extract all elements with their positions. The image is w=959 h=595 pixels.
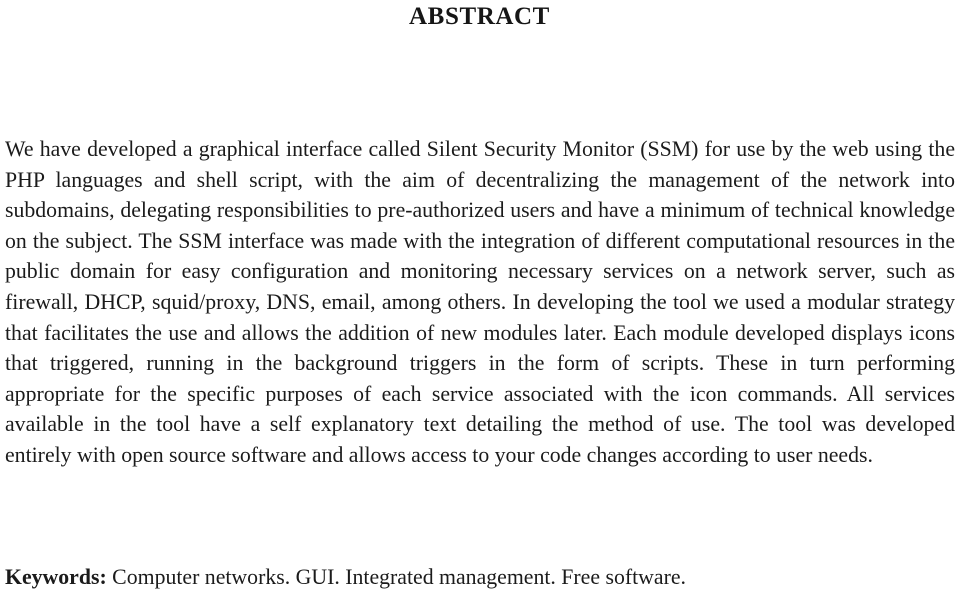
- keywords-values: Computer networks. GUI. Integrated manag…: [112, 565, 686, 589]
- keywords-label: Keywords:: [5, 565, 107, 589]
- abstract-page: ABSTRACT We have developed a graphical i…: [0, 0, 959, 595]
- page-title: ABSTRACT: [409, 3, 550, 30]
- keywords-line: Keywords: Computer networks. GUI. Integr…: [5, 562, 955, 593]
- abstract-paragraph: We have developed a graphical interface …: [5, 137, 955, 467]
- abstract-body: We have developed a graphical interface …: [5, 134, 955, 471]
